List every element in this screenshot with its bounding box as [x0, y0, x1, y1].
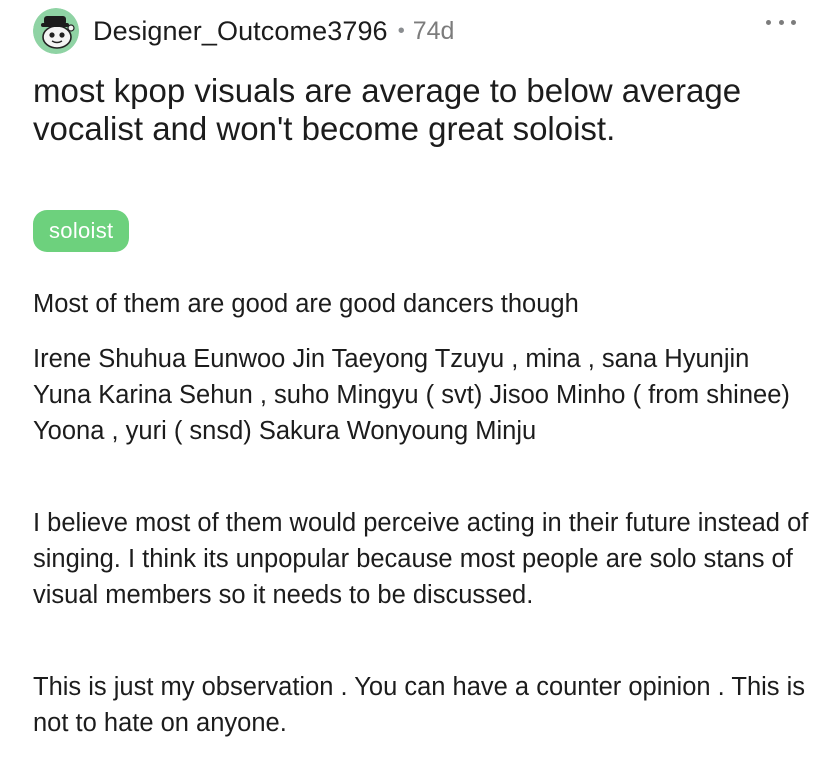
more-dot	[766, 19, 771, 25]
meta-separator: •	[397, 19, 405, 42]
post-paragraph: I believe most of them would perceive ac…	[33, 509, 809, 609]
post: Designer_Outcome3796 • 74d most kpop vis…	[0, 0, 828, 773]
author-username[interactable]: Designer_Outcome3796	[93, 16, 388, 47]
snoo-avatar-icon[interactable]	[33, 8, 79, 54]
post-paragraph: Irene Shuhua Eunwoo Jin Taeyong Tzuyu , …	[33, 345, 790, 445]
more-dot	[791, 19, 796, 25]
post-age: 74d	[412, 16, 455, 45]
post-paragraph: This is just my observation . You can ha…	[33, 673, 806, 737]
post-flair[interactable]: soloist	[33, 210, 130, 252]
more-dot	[778, 19, 784, 25]
post-paragraph: Most of them are good are good dancers t…	[33, 290, 579, 318]
post-title: most kpop visuals are average to below a…	[33, 72, 742, 147]
more-options-icon[interactable]	[766, 12, 796, 32]
post-header: Designer_Outcome3796 • 74d	[33, 7, 454, 55]
